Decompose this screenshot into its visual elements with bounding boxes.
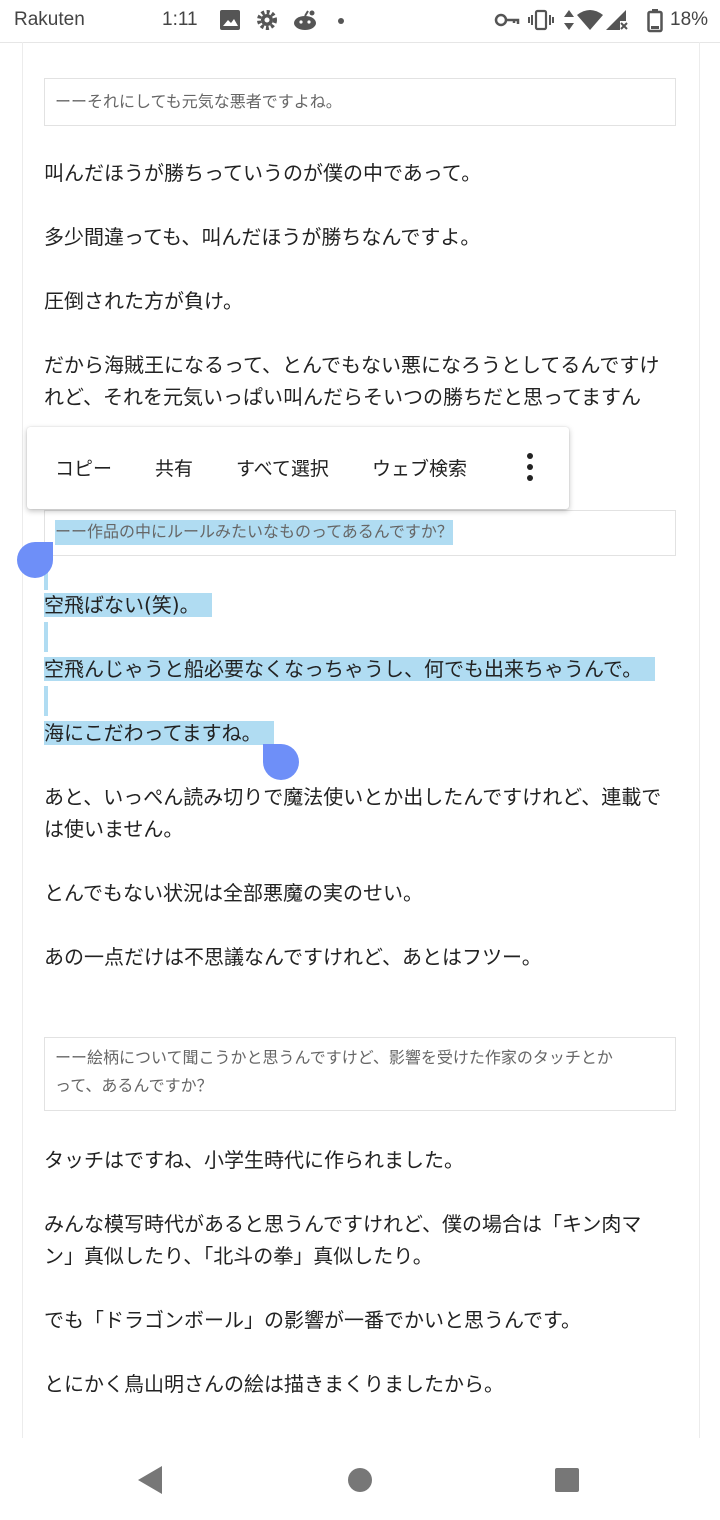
signal-icon <box>606 10 628 30</box>
navigation-bar <box>0 1438 720 1520</box>
selection-connector <box>44 686 48 716</box>
paragraph: 空飛んじゃうと船必要なくなっちゃうし、何でも出来ちゃうんで。 <box>44 653 676 685</box>
paragraph: あと、いっぺん読み切りで魔法使いとか出したんですけれど、連載で は使いません。 <box>44 781 676 845</box>
more-vert-icon[interactable] <box>521 449 541 485</box>
selection-start-handle[interactable] <box>17 542 53 578</box>
back-triangle-icon[interactable] <box>136 1465 164 1495</box>
paragraph: だから海賊王になるって、とんでもない悪になろうとしてるんですけ れど、それを元気… <box>44 349 676 413</box>
paragraph: とにかく鳥山明さんの絵は描きまくりましたから。 <box>44 1372 504 1396</box>
app-notification-icon <box>294 10 316 30</box>
paragraph-line: れど、それを元気いっぱい叫んだらそいつの勝ちだと思ってますん <box>44 385 641 409</box>
paragraph: 多少間違っても、叫んだほうが勝ちなんですよ。 <box>44 225 481 249</box>
clock: 1:11 <box>162 9 198 30</box>
selection-connector <box>44 622 48 652</box>
question-box: ーーそれにしても元気な悪者ですよね。 <box>44 78 676 126</box>
data-arrows-icon <box>564 10 574 30</box>
web-search-menu-item[interactable]: ウェブ検索 <box>372 454 467 481</box>
more-notifications-dot-icon <box>338 18 344 24</box>
paragraph: とんでもない状況は全部悪魔の実のせい。 <box>44 881 423 905</box>
select-all-menu-item[interactable]: すべて選択 <box>236 454 329 481</box>
selected-text[interactable]: 海にこだわってますね。 <box>44 721 274 745</box>
battery-level: 18% <box>670 9 709 30</box>
paragraph: 海にこだわってますね。 <box>44 717 676 749</box>
carrier-name: Rakuten <box>14 9 85 30</box>
battery-icon <box>647 9 663 33</box>
selected-text[interactable]: 空飛ばない(笑)。 <box>44 593 212 617</box>
question-text: ーーそれにしても元気な悪者ですよね。 <box>55 92 342 111</box>
vibrate-icon <box>528 9 554 31</box>
wifi-icon <box>577 10 603 30</box>
paragraph-line: みんな模写時代があると思うんですけれど、僕の場合は「キン肉マ <box>44 1212 642 1236</box>
vpn-key-icon <box>494 13 520 27</box>
paragraph: みんな模写時代があると思うんですけれど、僕の場合は「キン肉マ ン」真似したり、「… <box>44 1208 676 1272</box>
question-line: って、あるんですか？ <box>55 1076 213 1095</box>
paragraph: タッチはですね、小学生時代に作られました。 <box>44 1148 464 1172</box>
selection-end-handle[interactable] <box>263 744 299 780</box>
paragraph: 圧倒された方が負け。 <box>44 289 243 313</box>
paragraph-line: は使いません。 <box>44 817 184 841</box>
recents-square-icon[interactable] <box>553 1466 581 1494</box>
paragraph-line: あと、いっぺん読み切りで魔法使いとか出したんですけれど、連載で <box>44 785 662 809</box>
selected-text[interactable]: 空飛んじゃうと船必要なくなっちゃうし、何でも出来ちゃうんで。 <box>44 657 656 681</box>
copy-menu-item[interactable]: コピー <box>55 454 112 481</box>
paragraph: 叫んだほうが勝ちっていうのが僕の中であって。 <box>44 161 482 185</box>
home-circle-icon[interactable] <box>346 1466 374 1494</box>
paragraph: 空飛ばない(笑)。 <box>44 589 676 621</box>
share-menu-item[interactable]: 共有 <box>155 454 193 481</box>
question-box-selected: ーー作品の中にルールみたいなものってあるんですか？ <box>44 510 676 556</box>
text-selection-menu: コピー 共有 すべて選択 ウェブ検索 <box>27 427 569 509</box>
question-box: ーー絵柄について聞こうかと思うんですけど、影響を受けた作家のタッチとか って、あ… <box>44 1037 676 1111</box>
gear-icon <box>257 10 277 30</box>
image-icon <box>220 10 240 30</box>
paragraph-line: だから海賊王になるって、とんでもない悪になろうとしてるんですけ <box>44 353 660 377</box>
status-bar: Rakuten 1:11 18% <box>0 0 720 43</box>
paragraph: でも「ドラゴンボール」の影響が一番でかいと思うんです。 <box>44 1308 581 1332</box>
selected-question-text[interactable]: ーー作品の中にルールみたいなものってあるんですか？ <box>55 520 453 545</box>
question-line: ーー絵柄について聞こうかと思うんですけど、影響を受けた作家のタッチとか <box>55 1048 613 1067</box>
paragraph-line: ン」真似したり、「北斗の拳」真似したり。 <box>44 1244 433 1268</box>
paragraph: あの一点だけは不思議なんですけれど、あとはフツー。 <box>44 945 542 969</box>
